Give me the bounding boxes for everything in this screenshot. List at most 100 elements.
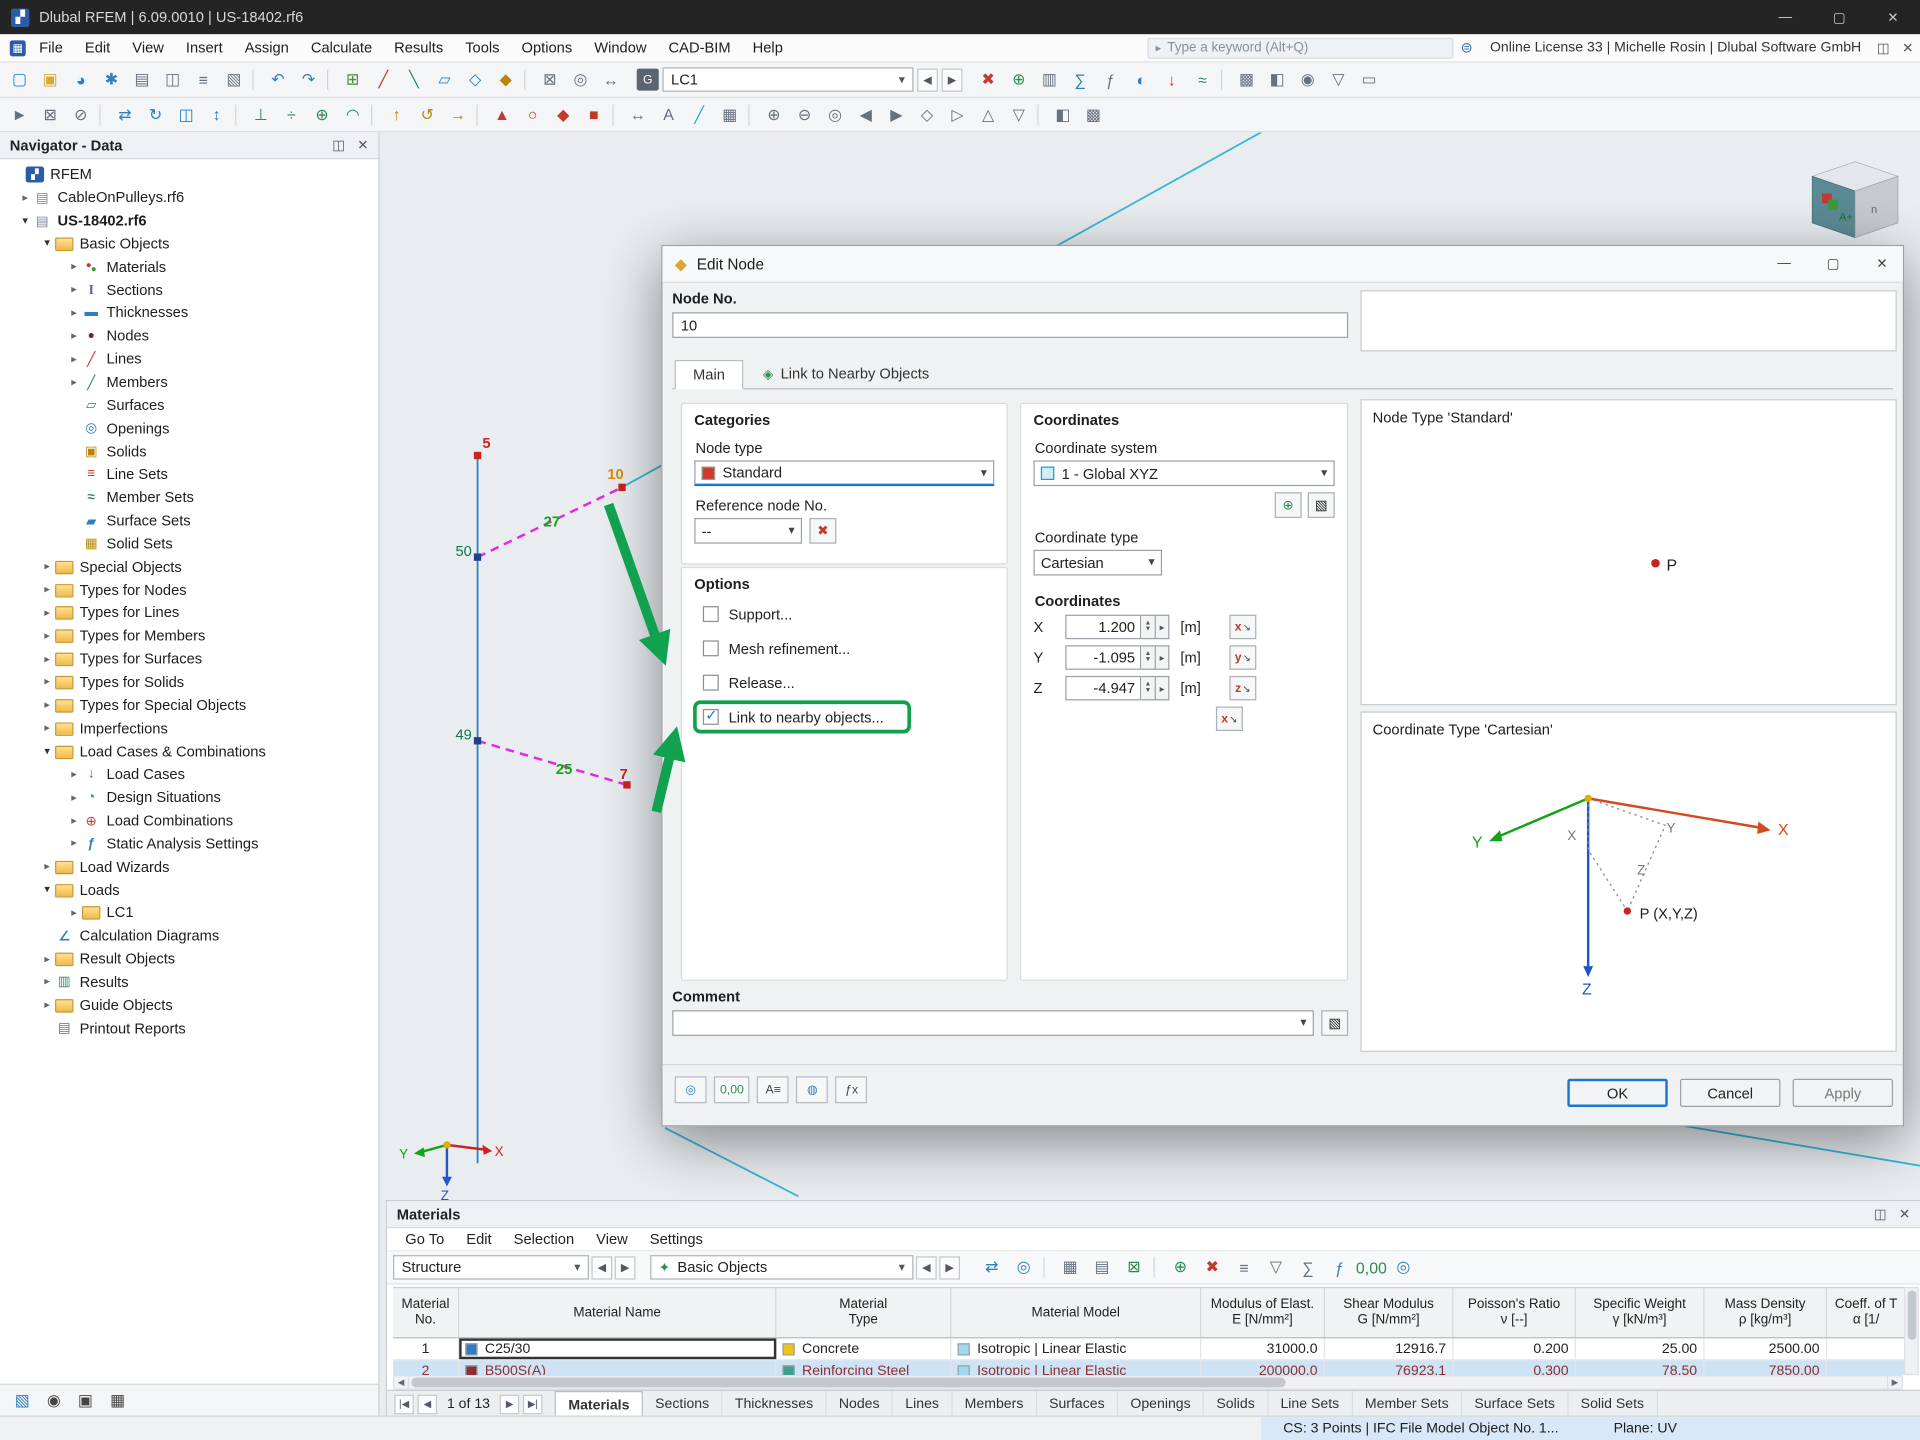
formula-button[interactable]: ƒx xyxy=(836,1076,868,1103)
grid-button[interactable]: ▦ xyxy=(715,101,744,128)
scroll-right-icon[interactable]: ▶ xyxy=(1887,1376,1902,1388)
reference-node-dropdown[interactable]: -- xyxy=(694,518,802,544)
expand-arrow-icon[interactable] xyxy=(39,560,55,573)
tree-item[interactable]: Basic Objects xyxy=(0,232,378,255)
coordinate-type-dropdown[interactable]: Cartesian xyxy=(1033,550,1162,576)
expand-arrow-icon[interactable] xyxy=(39,675,55,688)
tables-button[interactable]: ▦ xyxy=(110,1390,125,1410)
expand-arrow-icon[interactable] xyxy=(39,745,55,758)
tree-item[interactable]: Load Cases & Combinations xyxy=(0,740,378,763)
cell-material-type[interactable]: Concrete xyxy=(776,1338,951,1359)
horizontal-scrollbar[interactable]: ◀ ▶ xyxy=(393,1375,1903,1390)
results-button[interactable]: ◐ xyxy=(1127,66,1156,93)
tree-item[interactable]: Types for Lines xyxy=(0,601,378,624)
insert-opening-button[interactable]: ◇ xyxy=(460,66,489,93)
cell-material-no[interactable]: 2 xyxy=(393,1360,459,1375)
tree-item[interactable]: Loads xyxy=(0,878,378,901)
last-table-icon[interactable]: ▶| xyxy=(523,1394,543,1414)
globe-button[interactable]: ◍ xyxy=(796,1076,828,1103)
menu-item[interactable]: Results xyxy=(383,34,454,61)
merge-nodes-button[interactable]: ⊕ xyxy=(307,101,336,128)
rotate-button[interactable]: ↻ xyxy=(141,101,170,128)
table-view-button[interactable]: ▦ xyxy=(1056,1254,1085,1281)
pick-coordinate-button[interactable]: Z↘ xyxy=(1229,676,1256,700)
close-panel-icon[interactable]: ✕ xyxy=(1896,40,1920,56)
dialog-titlebar[interactable]: ◆ Edit Node — ▢ ✕ xyxy=(662,246,1902,283)
scroll-left-icon[interactable]: ◀ xyxy=(394,1376,409,1388)
close-panel-icon[interactable]: ✕ xyxy=(1899,1206,1910,1222)
insert-line-button[interactable]: ╱ xyxy=(369,66,398,93)
close-icon[interactable]: ✕ xyxy=(357,137,368,153)
spinner-icon[interactable]: ▲▼ xyxy=(1141,615,1156,639)
checkbox[interactable] xyxy=(703,606,719,622)
connect-lines-button[interactable]: ⊥ xyxy=(246,101,275,128)
tree-item[interactable]: Openings xyxy=(0,417,378,440)
favorites-button[interactable]: ◎ xyxy=(675,1076,707,1103)
expand-arrow-icon[interactable] xyxy=(39,237,55,250)
expand-arrow-icon[interactable] xyxy=(66,260,82,273)
panels-button[interactable]: ▧ xyxy=(15,1390,30,1410)
table-tab[interactable]: Openings xyxy=(1118,1391,1204,1417)
graphic-properties-button[interactable]: ▩ xyxy=(1232,66,1261,93)
add-material-button[interactable]: ⊕ xyxy=(1166,1254,1195,1281)
insert-surface-button[interactable]: ▱ xyxy=(430,66,459,93)
cell-thermal-coeff[interactable] xyxy=(1827,1360,1907,1375)
sum-button[interactable]: ∑ xyxy=(1293,1254,1322,1281)
coordinate-value-field[interactable]: -1.095 xyxy=(1065,645,1141,669)
decimals-button[interactable]: 0,00 xyxy=(1357,1254,1386,1281)
background-button[interactable]: ▩ xyxy=(1079,101,1108,128)
expand-input-icon[interactable]: ▸ xyxy=(1156,676,1169,700)
load-cases-button[interactable]: ▥ xyxy=(1035,66,1064,93)
expand-arrow-icon[interactable] xyxy=(17,214,33,227)
float-panel-icon[interactable]: ◫ xyxy=(1871,40,1895,56)
tree-item[interactable]: Design Situations xyxy=(0,786,378,809)
tree-item[interactable]: Surface Sets xyxy=(0,509,378,532)
expand-arrow-icon[interactable] xyxy=(39,860,55,873)
zoom-out-button[interactable]: ⊖ xyxy=(790,101,819,128)
eccentricity-button[interactable]: ◆ xyxy=(549,101,578,128)
cell-shear-modulus[interactable]: 12916.7 xyxy=(1325,1338,1454,1359)
clipping-box-button[interactable]: ▭ xyxy=(1354,66,1383,93)
view-y-button[interactable]: △ xyxy=(973,101,1002,128)
table-group-selector[interactable]: Structure xyxy=(393,1255,589,1279)
comment-combobox[interactable] xyxy=(672,1010,1314,1036)
column-header[interactable]: Material Type xyxy=(776,1288,951,1337)
cell-specific-weight[interactable]: 25.00 xyxy=(1576,1338,1705,1359)
sort-button[interactable]: ≡ xyxy=(1229,1254,1258,1281)
previous-load-case-button[interactable]: ◀ xyxy=(917,68,938,91)
tab-link-to-nearby-objects[interactable]: ◈ Link to Nearby Objects xyxy=(746,359,947,388)
guide-line-button[interactable]: ╱ xyxy=(684,101,713,128)
menu-item[interactable]: Help xyxy=(742,34,794,61)
edit-mode-button[interactable]: ► xyxy=(5,101,34,128)
tree-item[interactable]: Solids xyxy=(0,440,378,463)
expand-arrow-icon[interactable] xyxy=(39,698,55,711)
cell-modulus[interactable]: 200000.0 xyxy=(1201,1360,1325,1375)
expand-input-icon[interactable]: ▸ xyxy=(1156,615,1169,639)
tree-item[interactable]: Special Objects xyxy=(0,555,378,578)
next-view-button[interactable]: ▶ xyxy=(882,101,911,128)
previous-view-button[interactable]: ◀ xyxy=(851,101,880,128)
vertical-scrollbar[interactable] xyxy=(1904,1287,1919,1375)
materials-menu-item[interactable]: View xyxy=(585,1231,639,1248)
expand-arrow-icon[interactable] xyxy=(66,283,82,296)
cell-thermal-coeff[interactable] xyxy=(1827,1338,1907,1359)
tree-item[interactable]: Imperfections xyxy=(0,717,378,740)
cancel-button[interactable]: Cancel xyxy=(1680,1079,1780,1107)
pick-coordinate-button[interactable]: X↘ xyxy=(1229,615,1256,639)
pin-icon[interactable]: ◫ xyxy=(332,137,345,153)
tree-item[interactable]: US-18402.rf6 xyxy=(0,209,378,232)
materials-menu-item[interactable]: Selection xyxy=(503,1231,586,1248)
expand-arrow-icon[interactable] xyxy=(39,606,55,619)
option-checkbox-row[interactable]: Support... xyxy=(697,601,908,627)
apply-button[interactable]: Apply xyxy=(1793,1079,1893,1107)
tree-item[interactable]: Line Sets xyxy=(0,463,378,486)
table-tab[interactable]: Surfaces xyxy=(1037,1391,1118,1417)
open-model-button[interactable]: ▣ xyxy=(36,66,65,93)
table-tab[interactable]: Nodes xyxy=(827,1391,893,1417)
expand-arrow-icon[interactable] xyxy=(39,883,55,896)
scrollbar-thumb[interactable] xyxy=(411,1378,1285,1388)
expand-arrow-icon[interactable] xyxy=(39,629,55,642)
copy-comment-button[interactable]: ▧ xyxy=(1321,1010,1348,1036)
cell-shear-modulus[interactable]: 76923.1 xyxy=(1325,1360,1454,1375)
find-button[interactable]: ◎ xyxy=(1389,1254,1418,1281)
